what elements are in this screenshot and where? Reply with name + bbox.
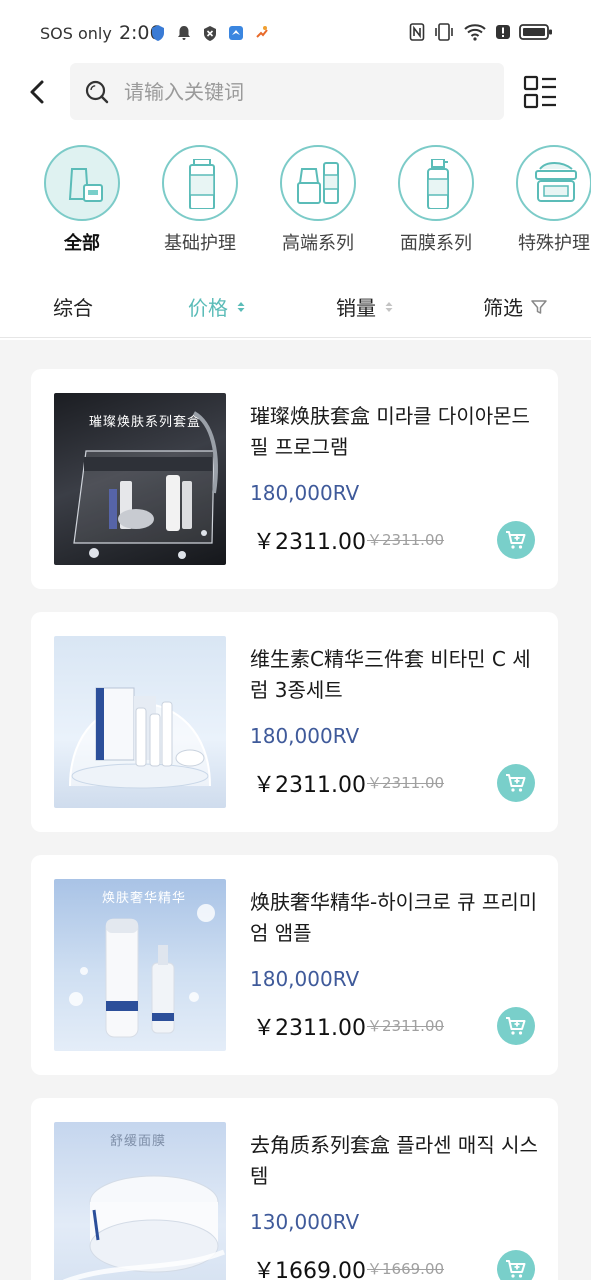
product-rv: 180,000RV (250, 967, 360, 991)
back-arrow-icon[interactable] (22, 76, 54, 108)
product-rv: 180,000RV (250, 481, 360, 505)
category-label: 特殊护理 (518, 233, 590, 254)
status-system-icons (409, 22, 553, 42)
product-original-price: ￥2311.00 (367, 531, 445, 549)
product-image[interactable]: 舒缓面膜 (54, 1122, 226, 1280)
product-price: ￥1669.00 (253, 1259, 366, 1280)
search-box[interactable] (70, 63, 504, 120)
sort-label: 筛选 (483, 296, 523, 320)
header-area: SOS only 2:06 全部 (0, 0, 591, 340)
category-special-care[interactable]: 特殊护理 (495, 145, 591, 255)
product-title[interactable]: 去角质系列套盒 플라센 매직 시스템 (250, 1130, 540, 1192)
battery-icon (519, 24, 552, 40)
category-premium[interactable]: 高端系列 (259, 145, 377, 255)
cream-jar-icon (516, 145, 591, 221)
product-image[interactable]: 璀璨焕肤系列套盒 (54, 393, 226, 565)
search-icon (85, 80, 109, 104)
product-price: ￥2311.00 (253, 530, 366, 555)
all-products-icon (44, 145, 120, 221)
app-runner-icon (256, 26, 268, 38)
add-to-cart-button[interactable] (497, 521, 535, 559)
product-image[interactable]: 焕肤奢华精华 (54, 879, 226, 1051)
app-bird-icon (229, 26, 243, 40)
vibrate-icon (435, 23, 453, 41)
product-image[interactable] (54, 636, 226, 808)
category-label: 基础护理 (164, 233, 236, 254)
product-original-price: ￥2311.00 (367, 774, 445, 792)
cart-icon (506, 774, 526, 792)
product-price: ￥2311.00 (253, 773, 366, 798)
status-notification-icons (150, 24, 270, 42)
search-input[interactable] (124, 73, 484, 111)
add-to-cart-button[interactable] (497, 1007, 535, 1045)
shield-icon (152, 25, 164, 41)
product-title[interactable]: 维生素C精华三件套 비타민 C 세럼 3종세트 (250, 644, 540, 706)
basic-care-bottles-icon (162, 145, 238, 221)
product-card[interactable]: 焕肤奢华精华 焕肤奢华精华-하이크로 큐 프리미엄 앰플 180,000RV ￥… (31, 855, 558, 1075)
sort-label: 综合 (53, 296, 93, 320)
product-original-price: ￥2311.00 (367, 1017, 445, 1035)
product-card[interactable]: 璀璨焕肤系列套盒 璀璨焕肤套盒 미라클 다이아몬드 필 프로그램 180,000… (31, 369, 558, 589)
product-card[interactable]: 维生素C精华三件套 비타민 C 세럼 3종세트 180,000RV ￥2311.… (31, 612, 558, 832)
product-rv: 130,000RV (250, 1210, 360, 1234)
wifi-icon (464, 24, 486, 41)
category-label: 高端系列 (282, 233, 354, 254)
add-to-cart-button[interactable] (497, 764, 535, 802)
sort-price[interactable]: 价格 (188, 292, 246, 321)
sort-label: 销量 (336, 296, 376, 320)
sort-filter[interactable]: 筛选 (483, 292, 547, 321)
cart-icon (506, 531, 526, 549)
product-original-price: ￥1669.00 (367, 1260, 445, 1278)
add-to-cart-button[interactable] (497, 1250, 535, 1280)
category-all[interactable]: 全部 (23, 145, 141, 255)
premium-series-icon (280, 145, 356, 221)
sort-arrows-icon (385, 301, 393, 312)
sort-label: 价格 (188, 296, 228, 320)
alert-icon (496, 25, 510, 39)
mask-spray-icon (398, 145, 474, 221)
nfc-icon (409, 23, 425, 41)
category-bar: 全部 基础护理 高端系列 面膜系列 特殊护理 (0, 145, 591, 255)
cart-icon (506, 1017, 526, 1035)
bell-icon (178, 26, 190, 40)
layout-toggle-icon[interactable] (522, 74, 558, 110)
category-label: 面膜系列 (400, 233, 472, 254)
carrier-text: SOS only (40, 24, 112, 43)
cart-icon (506, 1260, 526, 1278)
product-title[interactable]: 焕肤奢华精华-하이크로 큐 프리미엄 앰플 (250, 887, 540, 949)
product-card[interactable]: 舒缓面膜 去角质系列套盒 플라센 매직 시스템 130,000RV ￥1669.… (31, 1098, 558, 1280)
sort-arrows-icon (237, 301, 245, 312)
category-mask[interactable]: 面膜系列 (377, 145, 495, 255)
sort-bar: 综合 价格 销量 筛选 (0, 276, 591, 338)
category-label: 全部 (64, 233, 100, 254)
status-bar: SOS only 2:06 (0, 0, 591, 66)
status-carrier: SOS only 2:06 (40, 22, 162, 44)
product-title[interactable]: 璀璨焕肤套盒 미라클 다이아몬드 필 프로그램 (250, 401, 540, 463)
category-basic-care[interactable]: 基础护理 (141, 145, 259, 255)
blocked-icon (204, 26, 216, 41)
product-price: ￥2311.00 (253, 1016, 366, 1041)
sort-comprehensive[interactable]: 综合 (53, 292, 93, 321)
search-row (0, 62, 591, 122)
filter-icon (531, 299, 547, 314)
product-rv: 180,000RV (250, 724, 360, 748)
sort-sales[interactable]: 销量 (336, 292, 394, 321)
